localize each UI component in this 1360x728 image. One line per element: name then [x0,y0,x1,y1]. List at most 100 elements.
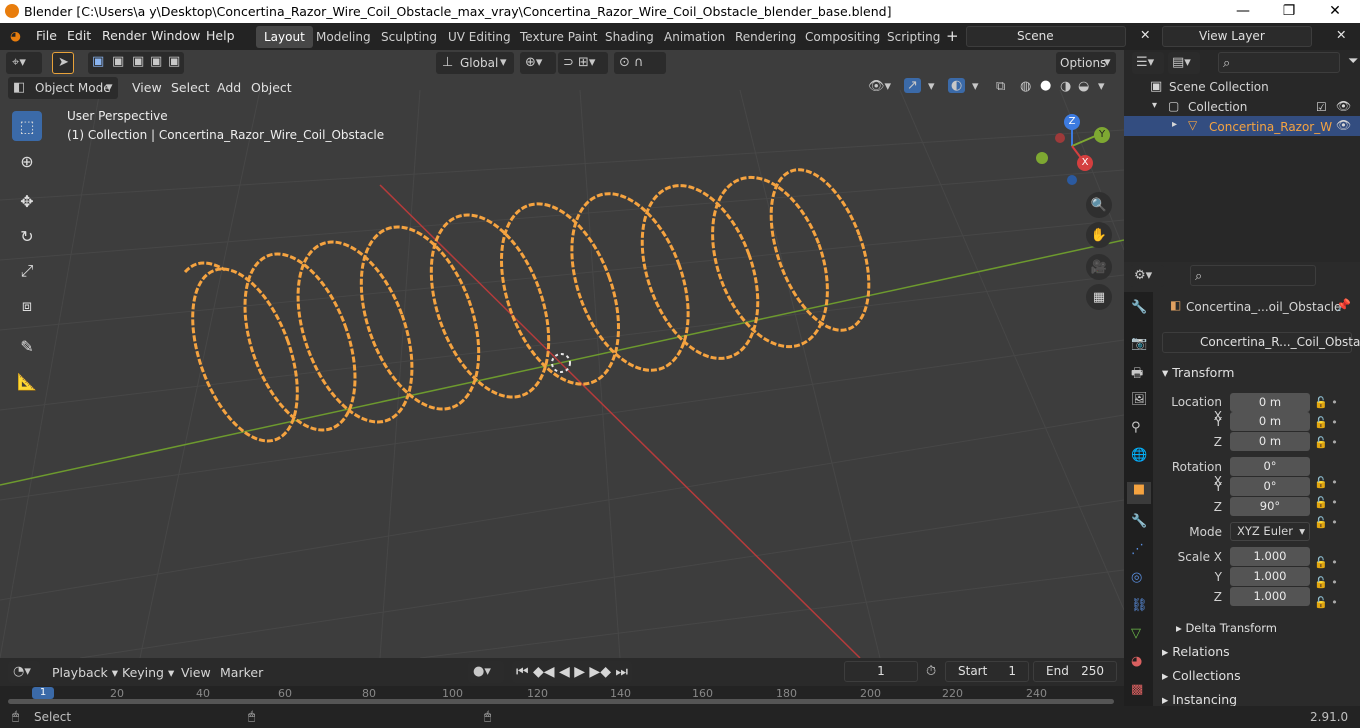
scale-y-field[interactable]: 1.000 [1230,567,1310,586]
menu-view-timeline[interactable]: View [181,665,211,680]
select-intersect-icon[interactable]: ▣ [168,54,180,69]
modifier-tab-icon[interactable]: 🔧 [1131,514,1147,529]
timeline-scrollbar[interactable] [8,699,1114,704]
close-button[interactable]: ✕ [1312,1,1358,22]
proportional-editing-toggle[interactable]: ⊙ ∩ [614,52,666,74]
3d-viewport[interactable]: ⌖▾ ➤ ▣ ▣ ▣ ▣ ▣ ⊥ Global ▾ ⊕▾ ⊃ ⊞▾ ⊙ ∩ Op… [0,50,1124,658]
xray-toggle-icon[interactable]: ⧉ [996,79,1005,94]
scene-field[interactable]: Scene [966,26,1126,47]
start-frame-field[interactable]: Start 1 [945,661,1029,682]
rotation-mode-dropdown[interactable]: XYZ Euler ▾ [1230,522,1310,541]
tab-shading[interactable]: Shading [597,26,662,48]
physics-tab-icon[interactable]: ◎ [1131,570,1142,585]
overlay-toggle-icon[interactable]: ◐ [948,78,966,93]
editor-type-button[interactable]: ⌖▾ [6,52,42,74]
select-tool-button[interactable]: ➤ [52,52,74,74]
tool-tab-icon[interactable]: 🔧 [1131,300,1147,315]
gizmo-toggle-icon[interactable]: ↗ [904,78,921,93]
particles-tab-icon[interactable]: ⋰ [1131,542,1144,557]
render-tab-icon[interactable]: 📷 [1131,336,1147,351]
location-z-field[interactable]: 0 m [1230,432,1310,451]
timeline-editor-type-button[interactable]: ◔▾ [8,661,40,683]
constraints-tab-icon[interactable]: ⛓ [1131,598,1148,613]
menu-render[interactable]: Render [102,28,147,43]
transform-tool-icon[interactable]: ⧈ [12,291,42,321]
menu-help[interactable]: Help [206,28,235,43]
menu-add[interactable]: Add [217,77,241,99]
lock-icons-column[interactable]: 🔓 • 🔓 • 🔓 • 🔓 • 🔓 • 🔓 • 🔓 • 🔓 • 🔓 • [1314,393,1354,609]
menu-object[interactable]: Object [251,77,292,99]
snap-toggle[interactable]: ⊃ ⊞▾ [558,52,608,74]
display-mode-button[interactable]: ▤▾ [1168,52,1200,74]
menu-select[interactable]: Select [171,77,210,99]
add-workspace-icon[interactable]: + [946,27,959,45]
zoom-icon[interactable]: 🔍 [1086,192,1112,218]
outliner-search-input[interactable]: ⌕ [1218,52,1340,73]
perspective-toggle-icon[interactable]: ▦ [1086,284,1112,310]
material-shading-icon[interactable]: ◑ [1060,79,1071,94]
y-axis-button[interactable]: Y [1094,127,1110,143]
tab-layout[interactable]: Layout [256,26,313,48]
pin-icon[interactable]: 📌 [1336,298,1351,312]
view-layer-remove-icon[interactable]: ✕ [1336,27,1346,42]
visibility-eye-icon[interactable]: 👁▾ [868,79,891,94]
view-layer-tab-icon[interactable]: 🖼 [1131,392,1148,407]
select-invert-icon[interactable]: ▣ [150,54,162,69]
tab-texture-paint[interactable]: Texture Paint [512,26,605,48]
chevron-down-icon[interactable]: ▾ [928,79,935,94]
move-tool-icon[interactable]: ✥ [12,186,42,216]
object-tab-icon[interactable]: ■ [1127,482,1151,504]
transform-orientation-dropdown[interactable]: ⊥ Global ▾ [436,52,514,74]
timeline-ruler[interactable]: 1 20 40 60 80 100 120 140 160 180 200 22… [0,686,1124,706]
chevron-down-icon[interactable]: ▾ [972,79,979,94]
exclude-checkbox[interactable]: ☑ [1316,100,1327,114]
material-tab-icon[interactable]: ◕ [1131,654,1142,669]
end-frame-field[interactable]: End 250 [1033,661,1117,682]
filter-icon[interactable]: ⏷ [1348,54,1358,69]
scene-tab-icon[interactable]: ⚲ [1131,420,1141,435]
rendered-shading-icon[interactable]: ◒ [1078,79,1089,94]
chevron-down-icon[interactable]: ▾ [1098,79,1105,94]
properties-search-input[interactable]: ⌕ [1190,265,1316,286]
mode-dropdown[interactable]: ◧ Object Mode ▾ [8,77,118,99]
z-axis-button[interactable]: Z [1064,114,1080,130]
tab-rendering[interactable]: Rendering [727,26,804,48]
menu-keying[interactable]: Keying ▾ [122,665,174,680]
tab-compositing[interactable]: Compositing [797,26,888,48]
camera-view-icon[interactable]: 🎥 [1086,254,1112,280]
pan-hand-icon[interactable]: ✋ [1086,222,1112,248]
instancing-panel[interactable]: ▸ Instancing [1162,692,1237,707]
rotation-z-field[interactable]: 90° [1230,497,1310,516]
tab-sculpting[interactable]: Sculpting [373,26,445,48]
x-axis-button[interactable]: X [1077,155,1093,171]
playback-controls[interactable]: ⏮ ◆◀ ◀ ▶ ▶◆ ⏭ [512,661,632,683]
navigation-gizmo[interactable]: Z Y X [1030,112,1116,188]
delta-transform-panel[interactable]: ▸ Delta Transform [1176,621,1277,635]
select-mode-group[interactable]: ▣ ▣ ▣ ▣ ▣ [88,52,184,74]
collection-label[interactable]: Collection [1188,100,1247,114]
relations-panel[interactable]: ▸ Relations [1162,644,1230,659]
menu-file[interactable]: File [36,28,57,43]
select-subtract-icon[interactable]: ▣ [132,54,144,69]
cursor-tool-icon[interactable]: ⊕ [12,146,42,176]
tab-scripting[interactable]: Scripting [879,26,948,48]
measure-tool-icon[interactable]: 📐 [12,366,42,396]
select-box-tool-icon[interactable]: ⬚ [12,111,42,141]
scene-remove-icon[interactable]: ✕ [1140,27,1150,42]
scale-z-field[interactable]: 1.000 [1230,587,1310,606]
current-frame-field[interactable]: 1 [844,661,918,682]
menu-playback[interactable]: Playback ▾ [52,665,118,680]
wireframe-shading-icon[interactable]: ◍ [1020,79,1031,94]
collections-panel[interactable]: ▸ Collections [1162,668,1241,683]
view-layer-field[interactable]: View Layer [1162,26,1312,47]
select-new-icon[interactable]: ▣ [92,54,104,69]
tab-modeling[interactable]: Modeling [308,26,379,48]
rotation-x-field[interactable]: 0° [1230,457,1310,476]
outliner-editor-type-button[interactable]: ☰▾ [1132,52,1164,74]
rotation-y-field[interactable]: 0° [1230,477,1310,496]
texture-tab-icon[interactable]: ▩ [1131,682,1143,697]
scale-x-field[interactable]: 1.000 [1230,547,1310,566]
menu-window[interactable]: Window [151,28,200,43]
location-y-field[interactable]: 0 m [1230,412,1310,431]
transform-panel-header[interactable]: ▾ Transform [1162,365,1234,380]
